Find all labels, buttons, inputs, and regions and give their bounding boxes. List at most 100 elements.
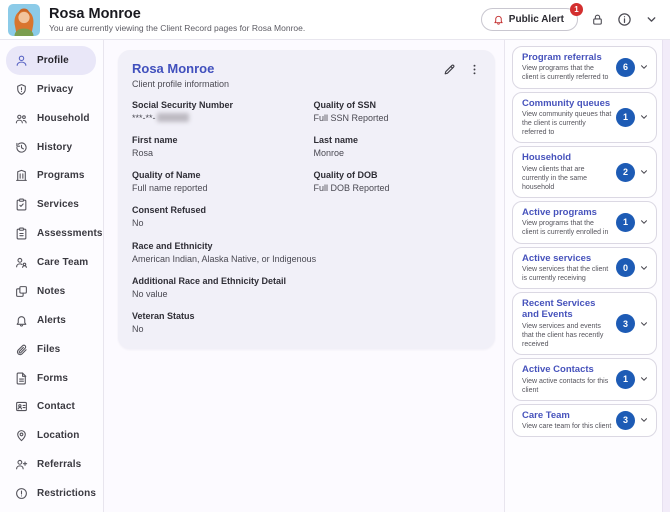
field-row: Quality of Name Full name reported Quali… [132,170,481,194]
chevron-down-icon[interactable] [645,13,658,26]
count-badge: 1 [616,212,635,232]
summary-card-recent-services-events[interactable]: Recent Services and Events View services … [512,292,657,356]
summary-card-community-queues[interactable]: Community queues View community queues th… [512,91,657,144]
chevron-down-icon[interactable] [639,415,649,425]
profile-person-icon [15,54,28,67]
public-alert-label: Public Alert [508,14,564,25]
count-badge: 0 [616,258,635,278]
count-badge: 6 [616,57,635,77]
sidebar-item-label: Notes [37,285,66,297]
chevron-down-icon[interactable] [639,62,649,72]
restrictions-alert-icon [15,487,28,500]
scrollbar-track[interactable] [662,40,670,512]
field-value: Full DOB Reported [313,183,390,194]
ssn-redacted-blur [156,112,189,122]
more-options-icon[interactable] [468,63,481,76]
alerts-bell-icon [15,314,28,327]
summary-card-title: Active Contacts [522,364,594,376]
sidebar-item-label: Alerts [37,314,66,326]
profile-card-title: Rosa Monroe [132,61,215,76]
chevron-down-icon[interactable] [639,263,649,273]
sidebar-item-label: Forms [37,372,69,384]
sidebar-item-alerts[interactable]: Alerts [6,306,96,335]
sidebar-item-label: Programs [37,170,85,182]
summary-card-active-contacts[interactable]: Active Contacts View active contacts for … [512,358,657,401]
profile-card-header: Rosa Monroe Client profile information [132,61,481,89]
field-label: Additional Race and Ethnicity Detail [132,275,287,286]
info-icon[interactable] [617,12,632,27]
privacy-shield-icon [15,83,28,96]
chevron-down-icon[interactable] [639,167,649,177]
field-label: Quality of DOB [313,170,378,181]
sidebar-item-programs[interactable]: Programs [6,162,96,191]
sidebar-item-label: Assessments [37,228,103,240]
chevron-down-icon[interactable] [639,112,649,122]
location-pin-icon [15,429,28,442]
field-row: Additional Race and Ethnicity Detail No … [132,276,481,300]
chevron-down-icon[interactable] [639,319,649,329]
summary-card-description: View care team for this client [522,423,612,431]
summary-card-title: Household [522,152,572,164]
field-label: Veteran Status [132,311,195,322]
sidebar-item-label: Household [37,112,90,124]
sidebar-item-care-team[interactable]: Care Team [6,248,96,277]
sidebar-item-assessments[interactable]: Assessments [6,219,102,248]
sidebar-item-restrictions[interactable]: Restrictions [6,479,96,508]
field-value: Full SSN Reported [313,112,389,123]
field-quality-of-ssn: Quality of SSN Full SSN Reported [314,100,482,124]
sidebar-item-notes[interactable]: Notes [6,277,96,306]
field-consent-refused: Consent Refused No [132,205,300,229]
summary-card-description: View community queues that the client is… [522,110,612,137]
main-content: Rosa Monroe Client profile information S… [104,40,504,512]
sidebar-item-label: Profile [37,54,69,66]
sidebar-item-profile[interactable]: Profile [6,46,96,75]
context-note: You are currently viewing the Client Rec… [49,23,306,34]
page-title: Rosa Monroe [49,5,141,22]
sidebar-item-label: History [37,141,73,153]
field-value: ***-**- [132,112,300,124]
summary-card-active-programs[interactable]: Active programs View programs that the cl… [512,200,657,244]
sidebar-item-privacy[interactable]: Privacy [6,75,96,104]
field-veteran-status: Veteran Status No [132,311,300,335]
field-label: Consent Refused [132,205,207,216]
count-badge: 2 [616,162,635,182]
sidebar-item-files[interactable]: Files [6,335,96,364]
count-badge: 3 [616,410,635,430]
sidebar-item-label: Referrals [37,459,82,471]
chevron-down-icon[interactable] [639,374,649,384]
sidebar-item-contact[interactable]: Contact [6,393,96,422]
field-label: Social Security Number [132,99,234,110]
assessments-clipboard-icon [15,227,28,240]
header-titles: Rosa Monroe You are currently viewing th… [49,6,305,34]
contact-card-icon [15,400,28,413]
sidebar-item-label: Contact [37,401,75,413]
summary-card-program-referrals[interactable]: Program referrals View programs that the … [512,46,657,89]
lock-icon[interactable] [591,13,604,26]
field-row: Social Security Number ***-**- Quality o… [132,100,481,124]
edit-pencil-icon[interactable] [443,63,456,76]
sidebar-item-location[interactable]: Location [6,421,96,450]
header-actions: Public Alert 1 [480,3,658,31]
field-row: First name Rosa Last name Monroe [132,135,481,159]
summary-card-description: View clients that are currently in the s… [522,165,587,191]
count-badge: 3 [616,314,635,334]
summary-card-title: Active programs [522,206,597,218]
sidebar-item-history[interactable]: History [6,133,96,162]
sidebar-item-services[interactable]: Services [6,190,96,219]
summary-card-household[interactable]: Household View clients that are currently… [512,146,657,198]
sidebar-item-label: Services [37,199,79,211]
sidebar-item-forms[interactable]: Forms [6,364,96,393]
summary-card-care-team[interactable]: Care Team View care team for this client … [512,403,657,438]
notes-copy-icon [15,285,28,298]
chevron-down-icon[interactable] [639,217,649,227]
public-alert-button[interactable]: Public Alert 1 [480,3,583,31]
summary-card-active-services[interactable]: Active services View services that the cl… [512,246,657,290]
field-value: No [132,324,144,335]
public-alert-count-badge: 1 [570,3,583,16]
field-value: Rosa [132,147,154,158]
field-value: Full name reported [132,183,208,194]
sidebar-item-household[interactable]: Household [6,104,96,133]
sidebar-item-referrals[interactable]: Referrals [6,450,96,479]
alert-bell-icon [493,14,504,25]
field-value: No [132,218,144,229]
